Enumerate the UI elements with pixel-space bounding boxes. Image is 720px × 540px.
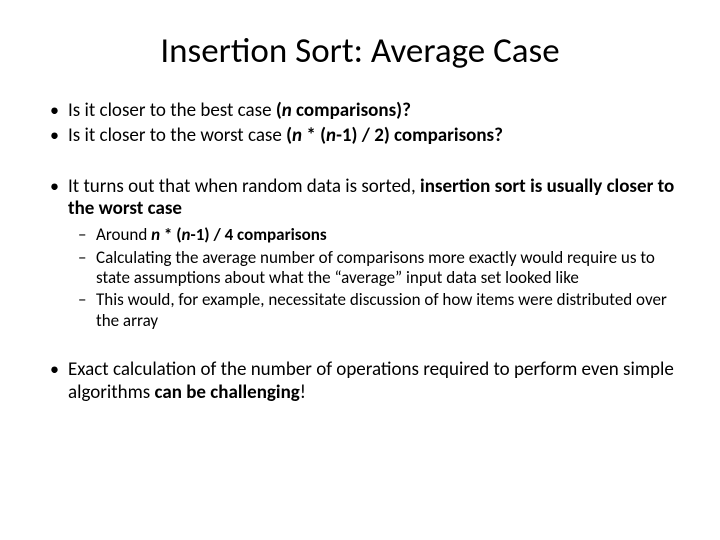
slide-title: Insertion Sort: Average Case (40, 30, 680, 72)
bullet-worst-case: Is it closer to the worst case (n * (n-1… (40, 125, 680, 148)
bullet-best-case: Is it closer to the best case (n compari… (40, 100, 680, 123)
text: It turns out that when random data is so… (68, 175, 420, 198)
t: comparisons)? (292, 99, 411, 122)
var-n: n (282, 99, 292, 122)
text: Around (96, 224, 151, 245)
bold: (n comparisons)? (276, 99, 411, 122)
sub-bullet-around: Around n * (n-1) / 4 comparisons (68, 225, 680, 245)
text: ! (300, 381, 306, 404)
sub-bullet-calculating: Calculating the average number of compar… (68, 248, 680, 289)
t: * ( (302, 124, 326, 147)
bullet-exact-calculation: Exact calculation of the number of opera… (40, 359, 680, 405)
sub-list: Around n * (n-1) / 4 comparisons Calcula… (68, 225, 680, 331)
t: * ( (160, 224, 181, 245)
var-n: n (292, 124, 302, 147)
bold: (n * (n-1) / 2) comparisons? (286, 124, 503, 147)
text: Is it closer to the best case (68, 99, 276, 122)
slide: Insertion Sort: Average Case Is it close… (0, 0, 720, 540)
bold: can be challenging (155, 381, 300, 404)
var-n: n (151, 224, 160, 245)
text: Is it closer to the worst case (68, 124, 286, 147)
bold: n * (n-1) / 4 comparisons (151, 224, 327, 245)
bullet-random-data: It turns out that when random data is so… (40, 176, 680, 332)
bullet-list: Is it closer to the best case (n compari… (40, 100, 680, 405)
sub-bullet-distribution: This would, for example, necessitate dis… (68, 290, 680, 331)
t: -1) / 4 comparisons (190, 224, 326, 245)
t: -1) / 2) comparisons? (336, 124, 503, 147)
var-n: n (326, 124, 336, 147)
